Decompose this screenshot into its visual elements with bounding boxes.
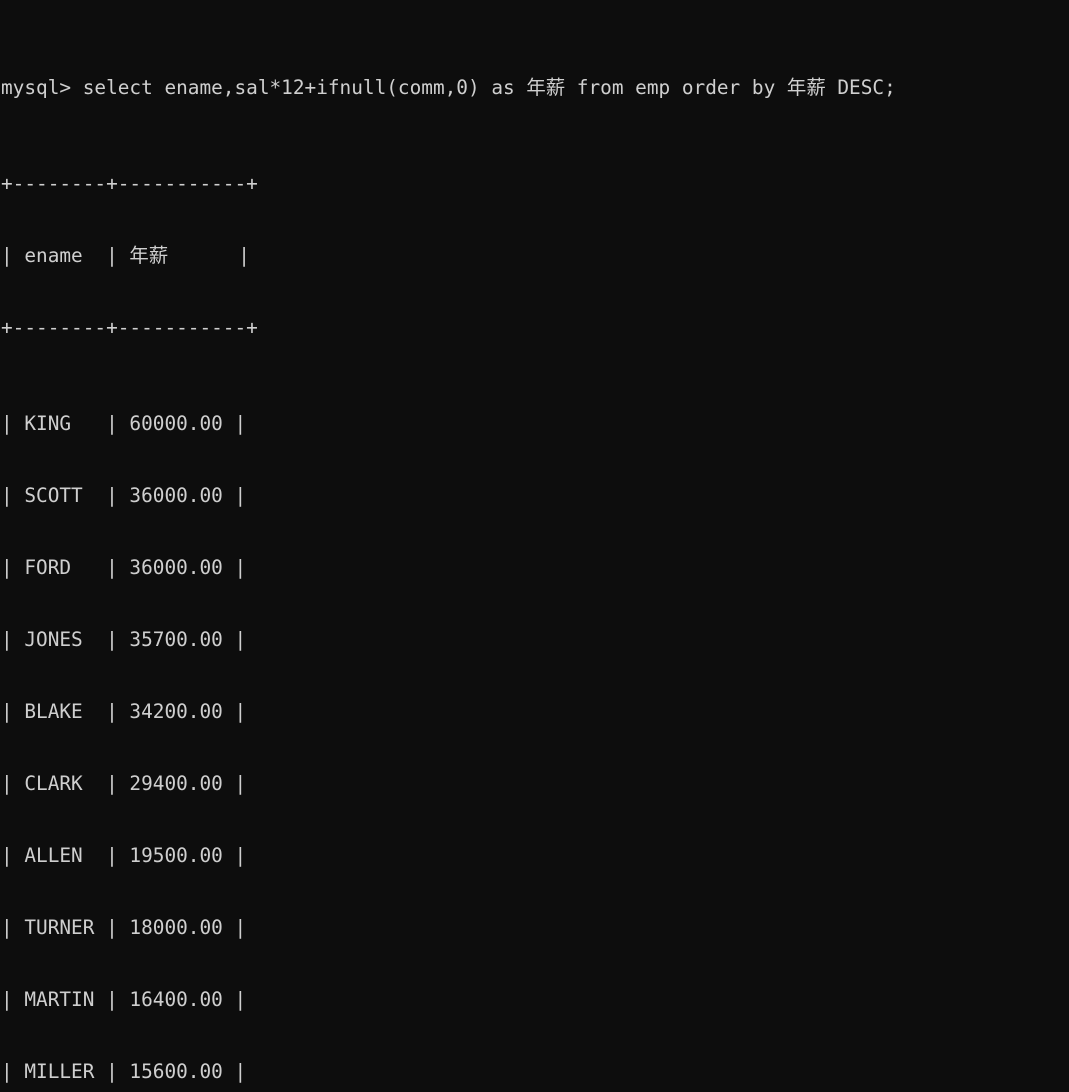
table-header-row: | ename | 年薪 |: [1, 244, 250, 267]
table-row: | TURNER | 18000.00 |: [1, 916, 247, 939]
table-row: | MARTIN | 16400.00 |: [1, 988, 247, 1011]
table-row: | KING | 60000.00 |: [1, 412, 247, 435]
table-row: | FORD | 36000.00 |: [1, 556, 247, 579]
terminal-window[interactable]: mysql> select ename,sal*12+ifnull(comm,0…: [0, 0, 1069, 1083]
table-border-header: +--------+-----------+: [1, 316, 258, 339]
table-row: | CLARK | 29400.00 |: [1, 772, 247, 795]
table-row: | SCOTT | 36000.00 |: [1, 484, 247, 507]
table-row: | ALLEN | 19500.00 |: [1, 844, 247, 867]
table-row: | BLAKE | 34200.00 |: [1, 700, 247, 723]
table-border-top: +--------+-----------+: [1, 172, 258, 195]
table-row: | JONES | 35700.00 |: [1, 628, 247, 651]
table-row: | MILLER | 15600.00 |: [1, 1060, 247, 1083]
command-line: mysql> select ename,sal*12+ifnull(comm,0…: [1, 76, 896, 99]
